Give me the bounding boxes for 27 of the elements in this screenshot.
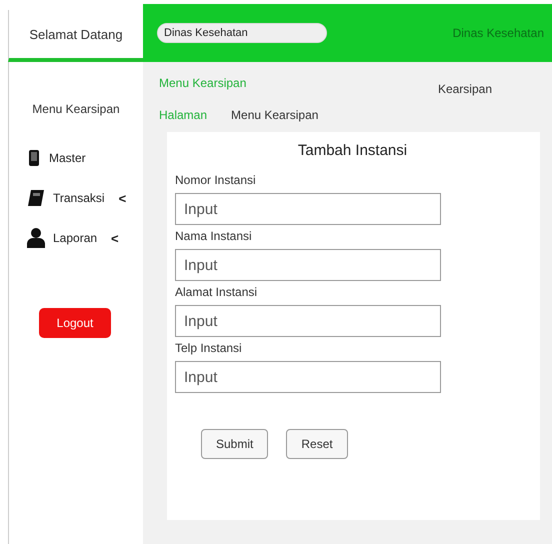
user-icon: [27, 228, 45, 248]
breadcrumb-current: Menu Kearsipan: [231, 108, 318, 122]
input-field[interactable]: Input: [175, 361, 441, 393]
field-label: Telp Instansi: [175, 341, 243, 355]
page-heading: Menu Kearsipan: [159, 76, 246, 92]
menu-item[interactable]: Laporan: [53, 231, 98, 245]
welcome-label: Selamat Datang: [8, 10, 143, 62]
field-label: Nomor Instansi: [175, 173, 257, 187]
section-title: Kearsipan: [438, 82, 492, 96]
phone-icon: [27, 149, 41, 167]
search-field[interactable]: Dinas Kesehatan: [157, 23, 327, 43]
menu-item[interactable]: Master: [49, 151, 86, 165]
submit-button[interactable]: Submit: [201, 429, 268, 459]
chevron[interactable]: <: [118, 190, 126, 206]
field-label: Alamat Instansi: [175, 285, 258, 299]
input-field[interactable]: Input: [175, 193, 441, 225]
chevron[interactable]: <: [111, 230, 119, 246]
input-field[interactable]: Input: [175, 305, 441, 337]
form-title: Tambah Instansi: [298, 142, 408, 159]
menu-item[interactable]: Transaksi: [53, 191, 105, 205]
reset-button[interactable]: Reset: [286, 429, 348, 459]
input-field[interactable]: Input: [175, 249, 441, 281]
sidebar-title: Menu Kearsipan: [31, 102, 121, 116]
field-label: Nama Instansi: [175, 229, 253, 243]
book-icon: [27, 189, 45, 207]
organization-name: Dinas Kesehatan: [452, 26, 544, 40]
logout-button[interactable]: Logout: [39, 308, 111, 338]
